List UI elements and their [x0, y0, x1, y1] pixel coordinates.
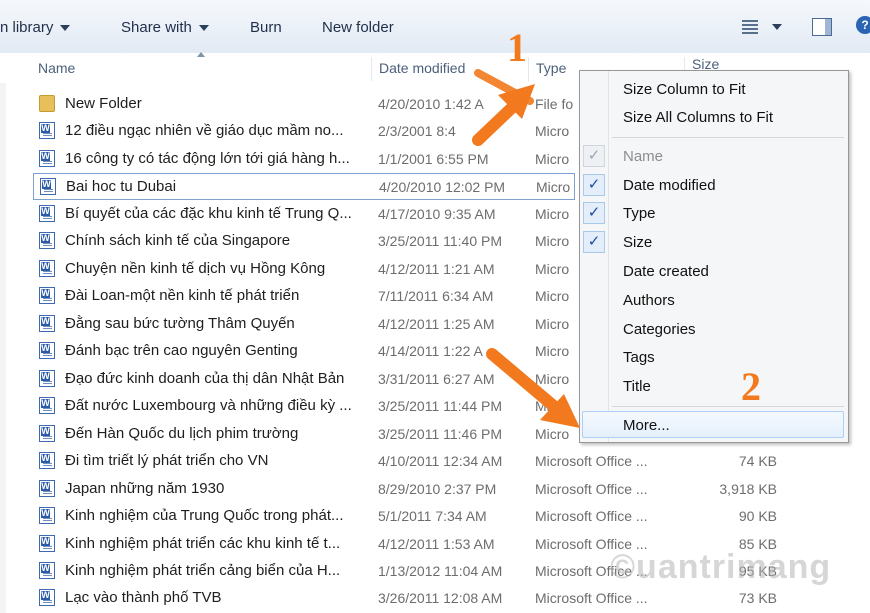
annotation-arrows — [472, 69, 580, 428]
arrow-2-icon — [486, 348, 580, 428]
watermark: ©uantrimang — [610, 548, 832, 586]
arrow-1-icon — [472, 69, 535, 146]
step-1-label: 1 — [507, 25, 527, 70]
step-2-label: 2 — [741, 364, 761, 409]
